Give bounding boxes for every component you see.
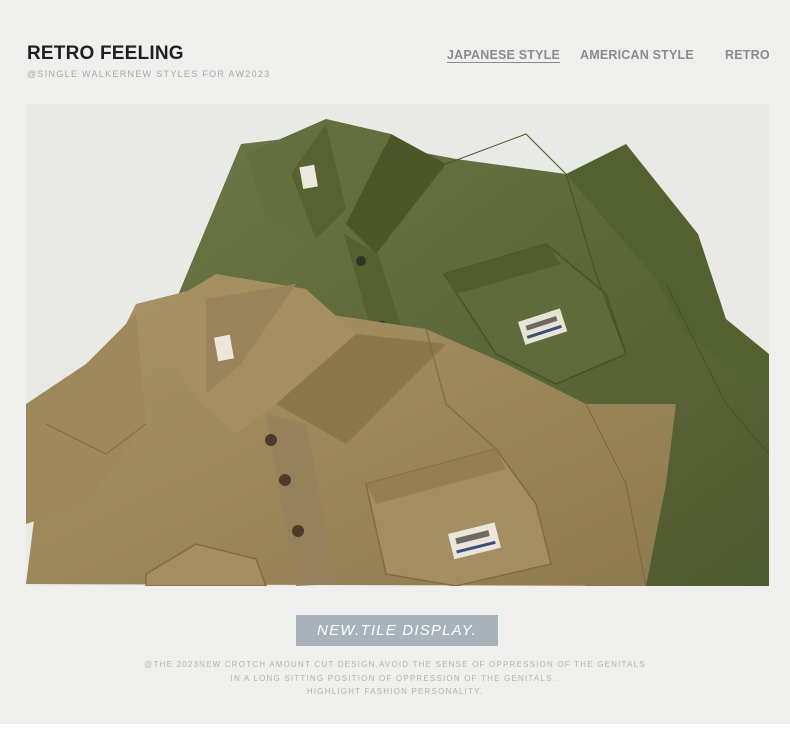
description-line: IN A LONG SITTING POSITION OF OPPRESSION…: [230, 673, 560, 683]
nav-retro[interactable]: RETRO: [725, 48, 770, 62]
product-page: RETRO FEELING @SINGLE WALKERNEW STYLES F…: [0, 0, 790, 724]
nav-japanese-style[interactable]: JAPANESE STYLE: [447, 48, 560, 62]
product-description: @THE 2023NEW CROTCH AMOUNT CUT DESIGN,AV…: [95, 658, 695, 699]
description-line: HIGHLIGHT FASHION PERSONALITY.: [306, 687, 484, 696]
display-banner: NEW.TILE DISPLAY.: [296, 615, 498, 646]
hero-product-image: [26, 104, 769, 586]
shirts-illustration: [26, 104, 769, 586]
style-nav: JAPANESE STYLE AMERICAN STYLE RETRO: [0, 48, 790, 68]
description-line: @THE 2023NEW CROTCH AMOUNT CUT DESIGN,AV…: [144, 660, 646, 669]
page-subtitle: @SINGLE WALKERNEW STYLES FOR AW2023: [27, 69, 271, 79]
nav-american-style[interactable]: AMERICAN STYLE: [580, 48, 694, 62]
